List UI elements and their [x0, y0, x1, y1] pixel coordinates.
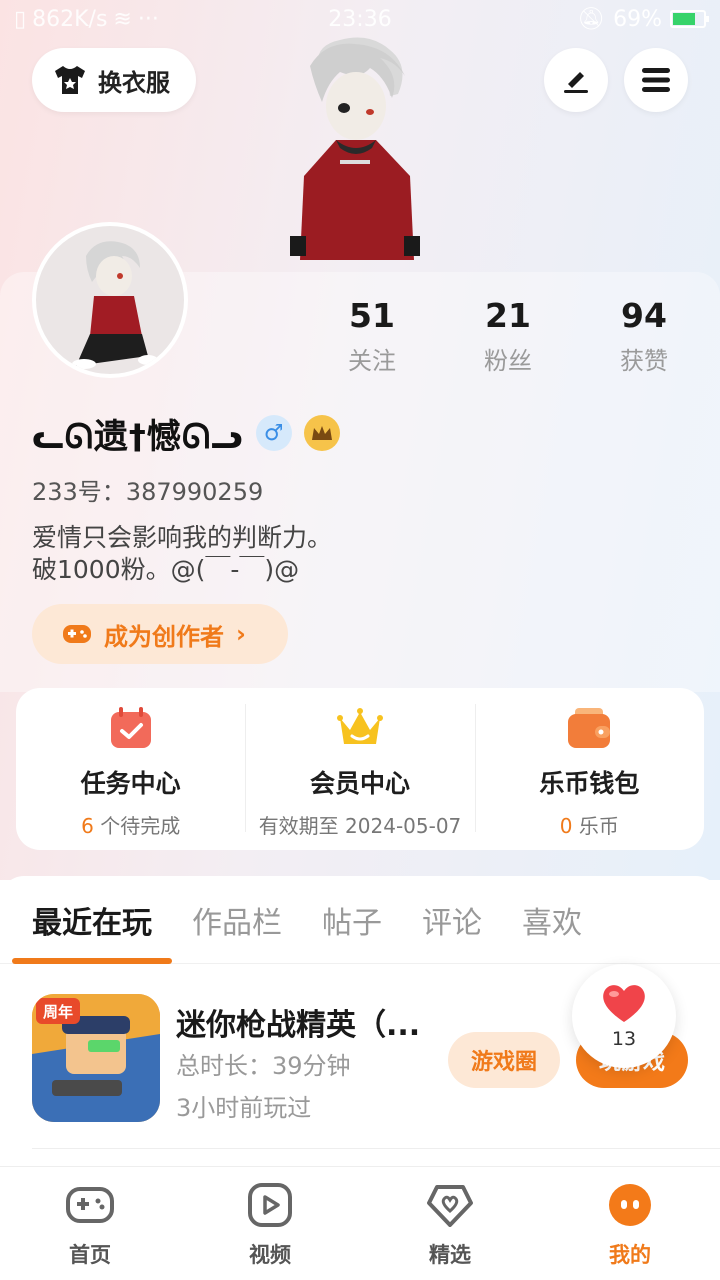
stat-label: 关注 [348, 347, 396, 375]
pencil-icon [564, 72, 588, 93]
task-center[interactable]: 任务中心 6 个待完成 [16, 688, 245, 850]
wallet-icon [568, 708, 611, 748]
male-gender-icon: ♂ [255, 415, 292, 451]
network-speed: 862K/s [32, 6, 108, 32]
feature-subtitle: 0 乐币 [560, 810, 619, 839]
feature-title: 会员中心 [309, 769, 410, 798]
game-title: 迷你枪战精英（... [176, 1008, 421, 1043]
profile-stats: 51 关注 21 粉丝 94 获赞 [304, 296, 712, 376]
nav-label: 视频 [249, 1243, 291, 1267]
tab-comments[interactable]: 评论 [422, 876, 482, 964]
clock: 23:36 [328, 6, 392, 32]
feature-subtitle: 有效期至 2024-05-07 [259, 810, 462, 839]
wallet[interactable]: 乐币钱包 0 乐币 [474, 688, 704, 850]
nav-label: 我的 [609, 1243, 651, 1267]
stat-likes[interactable]: 94 获赞 [576, 296, 712, 376]
nav-home[interactable]: 首页 [0, 1167, 180, 1280]
bottom-nav: 首页 视频 精选 我的 [0, 1166, 720, 1280]
feature-subtitle: 6 个待完成 [81, 810, 180, 839]
tab-recent-played[interactable]: 最近在玩 [12, 876, 172, 964]
nav-mine[interactable]: 我的 [540, 1167, 720, 1280]
edit-profile-button[interactable] [544, 48, 608, 112]
feature-title: 乐币钱包 [539, 769, 640, 798]
stat-label: 获赞 [620, 347, 668, 375]
stat-followers[interactable]: 21 粉丝 [440, 296, 576, 376]
game-icon[interactable]: 周年 [32, 994, 160, 1122]
stat-following[interactable]: 51 关注 [304, 296, 440, 376]
heart-shield-icon [427, 1185, 473, 1227]
tshirt-icon [55, 66, 85, 94]
pending-text: 个待完成 [93, 814, 181, 838]
task-calendar-icon [110, 707, 151, 748]
mute-bell-icon: 🔕︎ [577, 6, 606, 32]
nav-video[interactable]: 视频 [180, 1167, 360, 1280]
sim-icon: ▯ [14, 6, 27, 32]
vip-crown-badge-icon[interactable] [303, 415, 340, 451]
avatar-character [290, 37, 420, 260]
feature-card: 任务中心 6 个待完成 会员中心 有效期至 2024-05-07 乐币钱包 0 … [16, 688, 704, 850]
game-circle-button[interactable]: 游戏圈 [448, 1032, 560, 1088]
anniversary-badge: 周年 [43, 1003, 73, 1021]
nav-label: 首页 [69, 1243, 111, 1267]
coin-count: 0 [559, 814, 573, 838]
last-played: 3小时前玩过 [176, 1094, 312, 1122]
avatar-figure [72, 241, 158, 369]
nav-featured[interactable]: 精选 [360, 1167, 540, 1280]
gamepad-icon [66, 1187, 114, 1223]
like-count: 13 [611, 1028, 637, 1050]
nickname-row: ᓚᘏ遗†憾ᘏᓗ ♂ [32, 406, 340, 460]
floating-like-button[interactable]: 13 [572, 964, 676, 1068]
divider [32, 1148, 720, 1149]
stat-value: 94 [621, 296, 667, 335]
nickname: ᓚᘏ遗†憾ᘏᓗ [32, 416, 244, 457]
become-creator-label: 成为创作者 [104, 622, 224, 651]
stat-value: 21 [485, 296, 531, 335]
user-id: 233号：387990259 [32, 478, 264, 506]
stat-label: 粉丝 [484, 347, 532, 375]
battery-icon [670, 10, 709, 28]
tab-works[interactable]: 作品栏 [192, 876, 282, 964]
video-play-icon [248, 1183, 292, 1227]
profile-tabs: 最近在玩 作品栏 帖子 评论 喜欢 [0, 876, 720, 964]
vip-center[interactable]: 会员中心 有效期至 2024-05-07 [245, 688, 474, 850]
heart-icon [603, 985, 645, 1022]
profile-face-icon [609, 1184, 651, 1226]
bio: 爱情只会影响我的判断力。 破1000粉。@(￣-￣)@ [32, 523, 333, 584]
stat-value: 51 [349, 296, 395, 335]
change-outfit-label: 换衣服 [98, 68, 170, 97]
wifi-icon: ≋ [113, 6, 132, 32]
nav-label: 精选 [429, 1243, 471, 1267]
vip-crown-icon [336, 708, 383, 744]
avatar[interactable] [32, 222, 188, 378]
pending-count: 6 [81, 814, 94, 838]
gamepad-icon [63, 625, 91, 643]
battery-percent: 69% [613, 6, 662, 32]
coin-unit: 乐币 [572, 814, 619, 838]
become-creator-button[interactable]: 成为创作者 › [32, 604, 288, 664]
more-dots-icon: ··· [137, 6, 159, 32]
tab-posts[interactable]: 帖子 [322, 876, 382, 964]
status-bar: ▯ 862K/s ≋ ··· 23:36 🔕︎ 69% [0, 0, 720, 38]
hamburger-menu-icon [642, 68, 670, 92]
menu-button[interactable] [624, 48, 688, 112]
vip-expiry: 有效期至 2024-05-07 [258, 814, 462, 838]
change-outfit-button[interactable]: 换衣服 [32, 48, 196, 112]
feature-title: 任务中心 [80, 769, 181, 798]
chevron-right-icon: › [236, 620, 246, 648]
game-duration: 总时长：39分钟 [176, 1052, 351, 1080]
tab-likes[interactable]: 喜欢 [522, 876, 582, 964]
